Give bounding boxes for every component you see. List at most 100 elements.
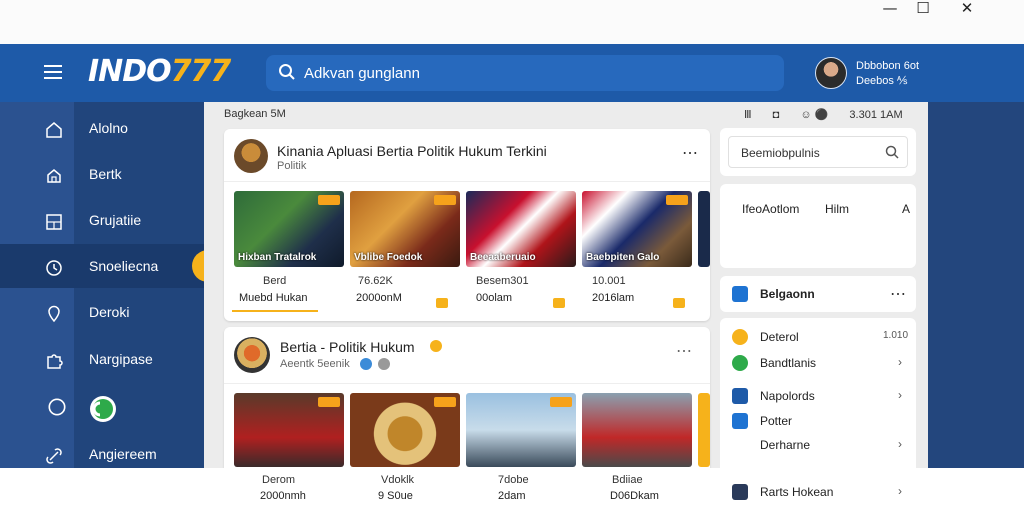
sidebar-item-toggle[interactable] <box>0 386 204 430</box>
news-thumbnail[interactable]: Beeaaberuaio <box>466 191 576 267</box>
sidebar-item-plugins[interactable]: Nargipase <box>0 337 204 381</box>
news-thumbnail[interactable]: Baebpiten Galo <box>582 191 692 267</box>
search-icon <box>885 145 899 159</box>
logo-text: INDO <box>88 54 172 89</box>
list-item-label[interactable]: Rarts Hokean <box>760 485 833 499</box>
news-meta: Vdoklk <box>381 474 415 486</box>
news-thumbnail-partial[interactable] <box>698 191 710 267</box>
section-header: Belgaonn ⋯ <box>720 276 916 312</box>
list-item-label[interactable]: Bandtlanis <box>760 356 816 370</box>
info-label-2: Hilm <box>825 202 849 216</box>
news-meta: Derom <box>262 474 296 486</box>
section-title: Belgaonn <box>760 287 815 301</box>
news-tag <box>318 195 340 205</box>
news-thumbnail[interactable] <box>582 393 692 467</box>
verified-icon <box>360 358 372 370</box>
search-placeholder: Adkvan gunglann <box>304 65 420 82</box>
more-options-icon[interactable]: ⋯ <box>676 341 693 361</box>
status-time: 3.301 1AM <box>849 109 903 121</box>
more-options-icon[interactable]: ⋯ <box>890 284 907 304</box>
news-date: 9 S0ue <box>378 490 413 502</box>
search-bar[interactable]: Adkvan gunglann <box>266 55 784 91</box>
list-item-label[interactable]: Napolords <box>760 389 815 403</box>
news-caption: Baebpiten Galo <box>586 252 660 263</box>
news-date: 2000onM <box>356 292 402 304</box>
sidebar-item-schedule[interactable]: Snoeliecna <box>0 244 216 288</box>
grid-icon <box>46 214 62 230</box>
window-titlebar: — ☐ ✕ <box>0 0 1024 44</box>
card-subtitle: Aeentk 5eenik <box>280 358 350 370</box>
news-thumbnail[interactable] <box>234 393 344 467</box>
home-icon <box>46 122 62 138</box>
news-thumbnail-partial[interactable] <box>698 393 710 467</box>
card-title[interactable]: Kinania Apluasi Bertia Politik Hukum Ter… <box>277 143 547 159</box>
user-avatar[interactable] <box>815 57 847 89</box>
status-bar: Ⅲ ◘ ☺ ⚫ 3.301 1AM <box>744 108 921 121</box>
sidebar-item-label: Alolno <box>89 120 128 136</box>
sidebar-item-label: Angiereem <box>89 446 157 462</box>
news-thumbnail[interactable] <box>466 393 576 467</box>
channel-avatar[interactable] <box>234 337 270 373</box>
news-tag <box>666 195 688 205</box>
chevron-right-icon[interactable]: › <box>898 388 902 402</box>
news-date: 2000nmh <box>260 490 306 502</box>
logo-number: 777 <box>170 54 232 89</box>
right-search-placeholder: Beemiobpulnis <box>741 146 820 160</box>
link-icon <box>378 358 390 370</box>
breadcrumb: Bagkean 5M <box>224 108 286 120</box>
news-date: 2dam <box>498 490 526 502</box>
news-date: 2016lam <box>592 292 635 304</box>
hamburger-menu-icon[interactable] <box>44 65 62 79</box>
news-meta: Berd <box>263 275 287 287</box>
news-thumbnail[interactable] <box>350 393 460 467</box>
right-gutter <box>928 102 1024 468</box>
app-header: INDO777 Adkvan gunglann Dbbobon 6ot Deeb… <box>0 44 1024 102</box>
news-thumbnail[interactable]: Vblibe Foedok <box>350 191 460 267</box>
list-item-label[interactable]: Deterol <box>760 330 799 344</box>
pin-icon <box>48 305 60 323</box>
maximize-button[interactable]: ☐ <box>903 0 943 16</box>
sidebar-item-home[interactable]: Alolno <box>0 106 204 150</box>
sidebar-item-news[interactable]: Bertk <box>0 152 204 196</box>
close-button[interactable]: ✕ <box>947 0 987 16</box>
user-name[interactable]: Dbbobon 6ot <box>856 60 919 72</box>
card-subtitle: Politik <box>277 160 307 172</box>
info-label-3: A <box>902 202 911 216</box>
sidebar-item-location[interactable]: Deroki <box>0 290 204 334</box>
right-search-card: Beemiobpulnis <box>720 128 916 176</box>
app-logo[interactable]: INDO777 <box>88 54 232 89</box>
news-meta: Bdiiae <box>612 474 643 486</box>
news-meta: Besem301 <box>476 275 529 287</box>
status-icon-3: ☺ ⚫ <box>800 109 829 121</box>
card-title[interactable]: Bertia - Politik Hukum <box>280 339 415 355</box>
section-icon <box>732 286 748 302</box>
comment-icon[interactable] <box>673 298 685 308</box>
sidebar-item-categories[interactable]: Grujatiie <box>0 198 204 242</box>
news-tag <box>434 397 456 407</box>
comment-icon[interactable] <box>553 298 565 308</box>
channel-avatar[interactable] <box>234 139 268 173</box>
news-date: 00olam <box>476 292 513 304</box>
right-search-input[interactable]: Beemiobpulnis <box>728 136 908 168</box>
divider <box>224 181 710 182</box>
news-meta: 76.62K <box>358 275 393 287</box>
link-icon <box>46 448 62 464</box>
news-meta: 10.001 <box>592 275 626 287</box>
comment-icon[interactable] <box>436 298 448 308</box>
list-item-label[interactable]: Derharne <box>760 438 810 452</box>
item-icon <box>732 413 748 429</box>
chevron-right-icon[interactable]: › <box>898 355 902 369</box>
emoji-icon <box>430 340 442 352</box>
news-thumbnail[interactable]: Hixban Tratalrok <box>234 191 344 267</box>
list-item-label[interactable]: Potter <box>760 414 792 428</box>
news-date: D06Dkam <box>610 490 659 502</box>
progress-underline <box>232 310 318 312</box>
more-options-icon[interactable]: ⋯ <box>682 143 699 163</box>
chevron-right-icon[interactable]: › <box>898 484 902 498</box>
item-icon <box>732 388 748 404</box>
divider <box>224 383 710 384</box>
chevron-right-icon[interactable]: › <box>898 437 902 451</box>
home-outline-icon <box>47 169 61 183</box>
status-icon-2: ◘ <box>772 109 780 121</box>
sidebar-item-label: Nargipase <box>89 351 153 367</box>
